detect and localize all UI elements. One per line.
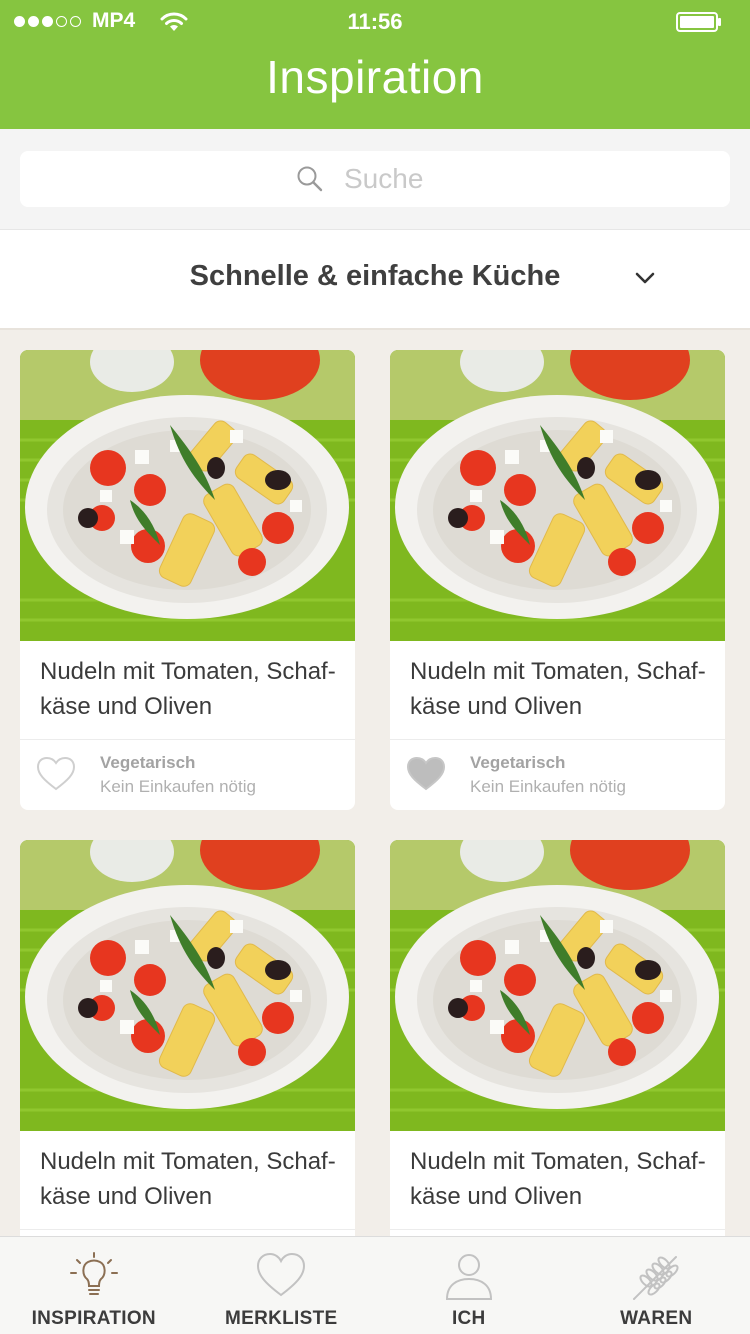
- recipe-tag: Vegetarisch: [470, 753, 566, 772]
- tab-merkliste[interactable]: MERKLISTE: [188, 1237, 376, 1334]
- recipe-footer: Vegetarisch Kein Einkaufen nötig: [20, 1229, 355, 1236]
- app-screen: MP4 11:56 Inspiration Schnelle: [0, 0, 750, 1334]
- search-icon: [297, 166, 323, 192]
- recipe-card[interactable]: Nudeln mit Tomaten, Schaf-käse und Olive…: [20, 350, 355, 810]
- recipe-image: [20, 840, 355, 1131]
- recipe-footer: Vegetarisch Kein Einkaufen nötig: [390, 739, 725, 810]
- tab-bar: INSPIRATION MERKLISTE ICH WAREN: [0, 1236, 750, 1334]
- wheat-icon: [633, 1256, 679, 1300]
- chevron-down-icon[interactable]: [633, 266, 657, 290]
- recipe-image: [20, 350, 355, 641]
- recipe-note: Kein Einkaufen nötig: [100, 777, 256, 796]
- heart-icon[interactable]: [36, 756, 76, 792]
- search-box[interactable]: [20, 151, 730, 207]
- recipe-title: Nudeln mit Tomaten, Schaf-käse und Olive…: [40, 1148, 336, 1210]
- recipe-grid: Nudeln mit Tomaten, Schaf-käse und Olive…: [0, 330, 750, 1236]
- heart-icon: [257, 1252, 306, 1297]
- recipe-title: Nudeln mit Tomaten, Schaf-käse und Olive…: [410, 658, 706, 720]
- recipe-card[interactable]: Nudeln mit Tomaten, Schaf-käse und Olive…: [390, 840, 725, 1236]
- tab-label: ICH: [451, 1308, 486, 1329]
- search-area: [0, 129, 750, 230]
- search-input[interactable]: [344, 163, 454, 195]
- status-bar: MP4 11:56: [0, 0, 750, 44]
- tab-label: WAREN: [620, 1308, 693, 1329]
- recipe-footer: Vegetarisch Kein Einkaufen nötig: [390, 1229, 725, 1236]
- tab-inspiration[interactable]: INSPIRATION: [0, 1237, 188, 1334]
- recipe-note: Kein Einkaufen nötig: [470, 777, 626, 796]
- recipe-footer: Vegetarisch Kein Einkaufen nötig: [20, 739, 355, 810]
- recipe-title: Nudeln mit Tomaten, Schaf-käse und Olive…: [40, 658, 336, 720]
- status-time: 11:56: [347, 9, 403, 34]
- battery-icon: [676, 12, 721, 32]
- recipe-image: [390, 840, 725, 1131]
- tab-label: MERKLISTE: [225, 1308, 338, 1329]
- recipe-image: [390, 350, 725, 641]
- recipe-tag: Vegetarisch: [100, 753, 196, 772]
- tab-ich[interactable]: ICH: [375, 1237, 563, 1334]
- recipe-title: Nudeln mit Tomaten, Schaf-käse und Olive…: [410, 1148, 706, 1210]
- lightbulb-icon: [69, 1252, 118, 1295]
- recipe-card[interactable]: Nudeln mit Tomaten, Schaf-käse und Olive…: [390, 350, 725, 810]
- recipe-card[interactable]: Nudeln mit Tomaten, Schaf-käse und Olive…: [20, 840, 355, 1236]
- tab-waren[interactable]: WAREN: [563, 1237, 750, 1334]
- user-icon: [445, 1254, 492, 1300]
- page-title: Inspiration: [266, 51, 484, 103]
- heart-icon[interactable]: [406, 756, 446, 792]
- header: MP4 11:56 Inspiration: [0, 0, 750, 129]
- tab-label: INSPIRATION: [31, 1308, 156, 1329]
